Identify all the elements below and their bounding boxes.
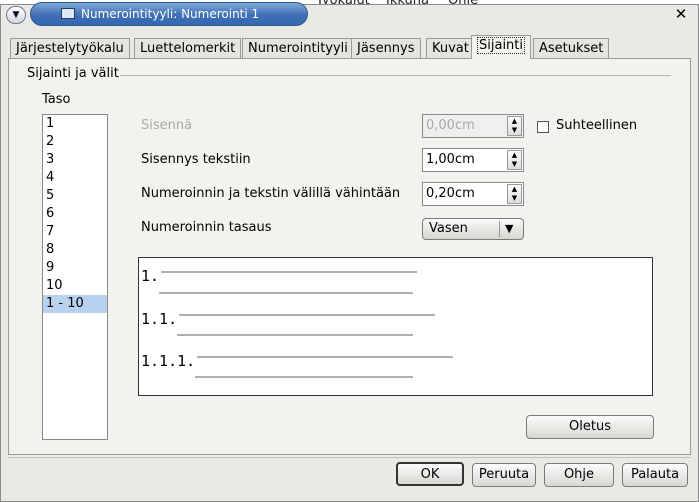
indent-spinbox: 0,00cm ▲ ▼ xyxy=(422,114,524,138)
preview-level-2: 1.1. xyxy=(141,310,178,328)
text-indent-spinbox[interactable]: 1,00cm ▲ ▼ xyxy=(422,148,524,172)
tab-options[interactable]: Asetukset xyxy=(533,38,610,58)
relative-checkbox[interactable] xyxy=(537,121,549,133)
level-item[interactable]: 7 xyxy=(43,223,107,241)
reset-button[interactable]: Palauta xyxy=(622,463,688,487)
preview-line xyxy=(161,271,417,273)
preview-level-3: 1.1.1. xyxy=(141,352,196,370)
tab-bullets[interactable]: Luettelomerkit xyxy=(134,38,242,58)
help-button[interactable]: Ohje xyxy=(544,463,614,487)
indent-value: 0,00cm xyxy=(426,118,475,133)
group-divider xyxy=(120,75,671,76)
preview-line xyxy=(177,334,413,336)
preview-level-1: 1. xyxy=(141,267,160,285)
footer-divider xyxy=(8,457,691,458)
preview-line xyxy=(159,292,413,294)
level-item[interactable]: 3 xyxy=(43,151,107,169)
min-spacing-spinbox[interactable]: 0,20cm ▲ ▼ xyxy=(422,182,524,206)
preview-line xyxy=(195,376,413,378)
preview-line xyxy=(179,314,435,316)
close-icon[interactable]: ✕ xyxy=(672,5,690,23)
relative-label: Suhteellinen xyxy=(556,118,638,133)
level-item[interactable]: 4 xyxy=(43,169,107,187)
level-item[interactable]: 9 xyxy=(43,259,107,277)
text-indent-value: 1,00cm xyxy=(426,152,475,167)
chevron-down-icon: ▼ xyxy=(505,222,514,235)
tab-label: Jäsennys xyxy=(357,41,415,56)
tab-label: Kuvat xyxy=(432,41,469,56)
group-title: Sijainti ja välit xyxy=(27,66,119,81)
spin-arrows-icon: ▲ ▼ xyxy=(507,116,522,136)
window-menu-button[interactable]: ▼ xyxy=(6,6,26,24)
level-item-selected[interactable]: 1 - 10 xyxy=(43,295,107,313)
default-button[interactable]: Oletus xyxy=(526,415,654,439)
tab-label: Järjestelytyökalu xyxy=(16,41,124,56)
spin-arrows-icon[interactable]: ▲ ▼ xyxy=(507,150,522,170)
numbering-preview: 1. 1.1. 1.1.1. xyxy=(138,257,653,396)
tab-label: Numerointityyli xyxy=(248,41,348,56)
level-label: Taso xyxy=(42,92,71,107)
level-item[interactable]: 1 xyxy=(43,115,107,133)
text-indent-label: Sisennys tekstiin xyxy=(141,152,251,167)
alignment-select[interactable]: Vasen ▼ xyxy=(422,218,524,240)
alignment-value: Vasen xyxy=(429,221,468,236)
tab-position[interactable]: Sijainti xyxy=(471,35,532,59)
window-title-bar[interactable]: Numerointityyli: Numerointi 1 xyxy=(30,2,308,26)
window-icon xyxy=(61,8,75,19)
min-spacing-value: 0,20cm xyxy=(426,186,475,201)
level-item[interactable]: 10 xyxy=(43,277,107,295)
cancel-button[interactable]: Peruuta xyxy=(472,463,536,487)
level-item[interactable]: 6 xyxy=(43,205,107,223)
level-item[interactable]: 5 xyxy=(43,187,107,205)
tab-images[interactable]: Kuvat xyxy=(426,38,475,58)
ok-button[interactable]: OK xyxy=(396,462,464,486)
select-separator xyxy=(499,221,500,237)
tab-label: Luettelomerkit xyxy=(140,41,236,56)
preview-line xyxy=(197,356,453,358)
min-spacing-label: Numeroinnin ja tekstin välillä vähintään xyxy=(141,186,401,201)
level-item[interactable]: 2 xyxy=(43,133,107,151)
level-item[interactable]: 8 xyxy=(43,241,107,259)
spin-arrows-icon[interactable]: ▲ ▼ xyxy=(507,184,522,204)
tab-label: Sijainti xyxy=(477,37,526,54)
tab-label: Asetukset xyxy=(539,41,604,56)
tab-outline[interactable]: Jäsennys xyxy=(351,38,421,58)
alignment-label: Numeroinnin tasaus xyxy=(141,220,272,235)
window-title: Numerointityyli: Numerointi 1 xyxy=(81,7,260,21)
tab-organizer[interactable]: Järjestelytyökalu xyxy=(10,38,130,58)
level-list[interactable]: 1 2 3 4 5 6 7 8 9 10 1 - 10 xyxy=(42,114,108,440)
tab-numbering-type[interactable]: Numerointityyli xyxy=(242,38,354,58)
indent-label: Sisennä xyxy=(141,118,193,133)
